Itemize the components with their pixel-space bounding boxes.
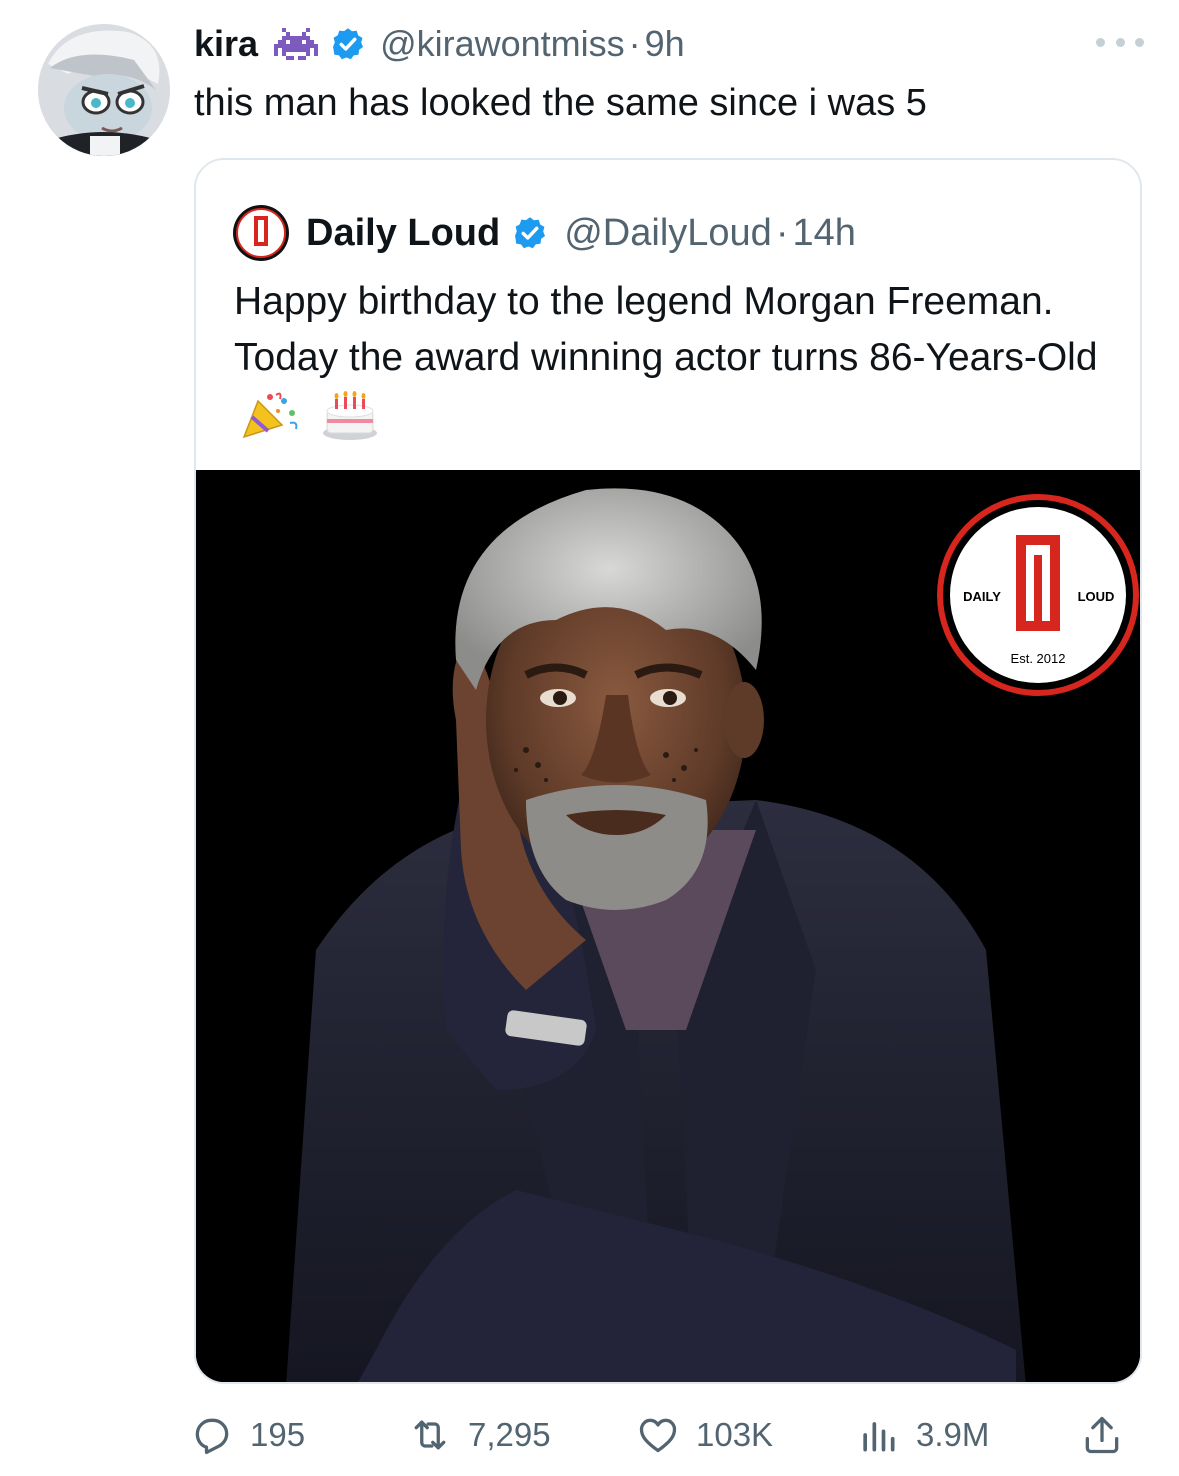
logo-left-word: DAILY — [963, 589, 1001, 604]
author-avatar[interactable] — [38, 24, 170, 156]
reply-button[interactable]: 195 — [190, 1410, 305, 1460]
heart-icon — [639, 1418, 677, 1453]
tweet-header: kira @kirawontmiss · 9h — [194, 20, 685, 68]
daily-loud-logo: DAILY LOUD Est. 2012 — [937, 494, 1139, 696]
verified-badge-icon[interactable] — [330, 26, 366, 62]
retweet-button[interactable]: 7,295 — [408, 1410, 551, 1460]
views-button[interactable]: 3.9M — [856, 1410, 989, 1460]
quoted-verified-badge-icon[interactable] — [512, 215, 548, 251]
tweet-text: this man has looked the same since i was… — [194, 82, 927, 124]
reply-count: 195 — [250, 1416, 306, 1453]
like-button[interactable]: 103K — [636, 1410, 773, 1460]
quoted-author-name[interactable]: Daily Loud — [306, 212, 500, 255]
reply-icon — [195, 1418, 229, 1455]
quoted-tweet[interactable]: Daily Loud @DailyLoud · 14h Happy birthd… — [194, 158, 1142, 1384]
tweet-photo[interactable]: DAILY LOUD Est. 2012 — [196, 470, 1140, 1382]
space-invader-icon — [274, 27, 319, 61]
share-button[interactable] — [1080, 1410, 1140, 1460]
author-name[interactable]: kira — [194, 23, 258, 65]
quoted-separator-dot: · — [775, 211, 789, 254]
quoted-time[interactable]: 14h — [792, 212, 855, 255]
quoted-header: Daily Loud @DailyLoud · 14h — [232, 204, 856, 262]
retweet-icon — [414, 1420, 446, 1450]
views-icon — [863, 1422, 895, 1452]
quoted-text: Happy birthday to the legend Morgan Free… — [234, 280, 1098, 379]
logo-est: Est. 2012 — [1011, 651, 1066, 666]
like-count: 103K — [696, 1416, 774, 1453]
tweet-time[interactable]: 9h — [645, 23, 685, 65]
birthday-cake-icon — [319, 390, 381, 441]
view-count: 3.9M — [916, 1416, 990, 1453]
author-handle[interactable]: @kirawontmiss — [380, 23, 625, 65]
retweet-count: 7,295 — [468, 1416, 551, 1453]
more-options-icon[interactable] — [1096, 32, 1144, 52]
share-icon — [1085, 1416, 1119, 1454]
portrait-illustration: DAILY LOUD Est. 2012 — [196, 470, 1140, 1382]
action-bar: 195 7,295 103K 3.9M — [190, 1410, 1150, 1460]
separator-dot: · — [628, 23, 641, 64]
logo-right-word: LOUD — [1078, 589, 1115, 604]
quoted-author-handle[interactable]: @DailyLoud — [564, 212, 772, 255]
party-popper-icon — [240, 391, 302, 441]
quoted-avatar[interactable] — [232, 204, 290, 262]
quoted-text-block: Happy birthday to the legend Morgan Free… — [234, 274, 1114, 442]
